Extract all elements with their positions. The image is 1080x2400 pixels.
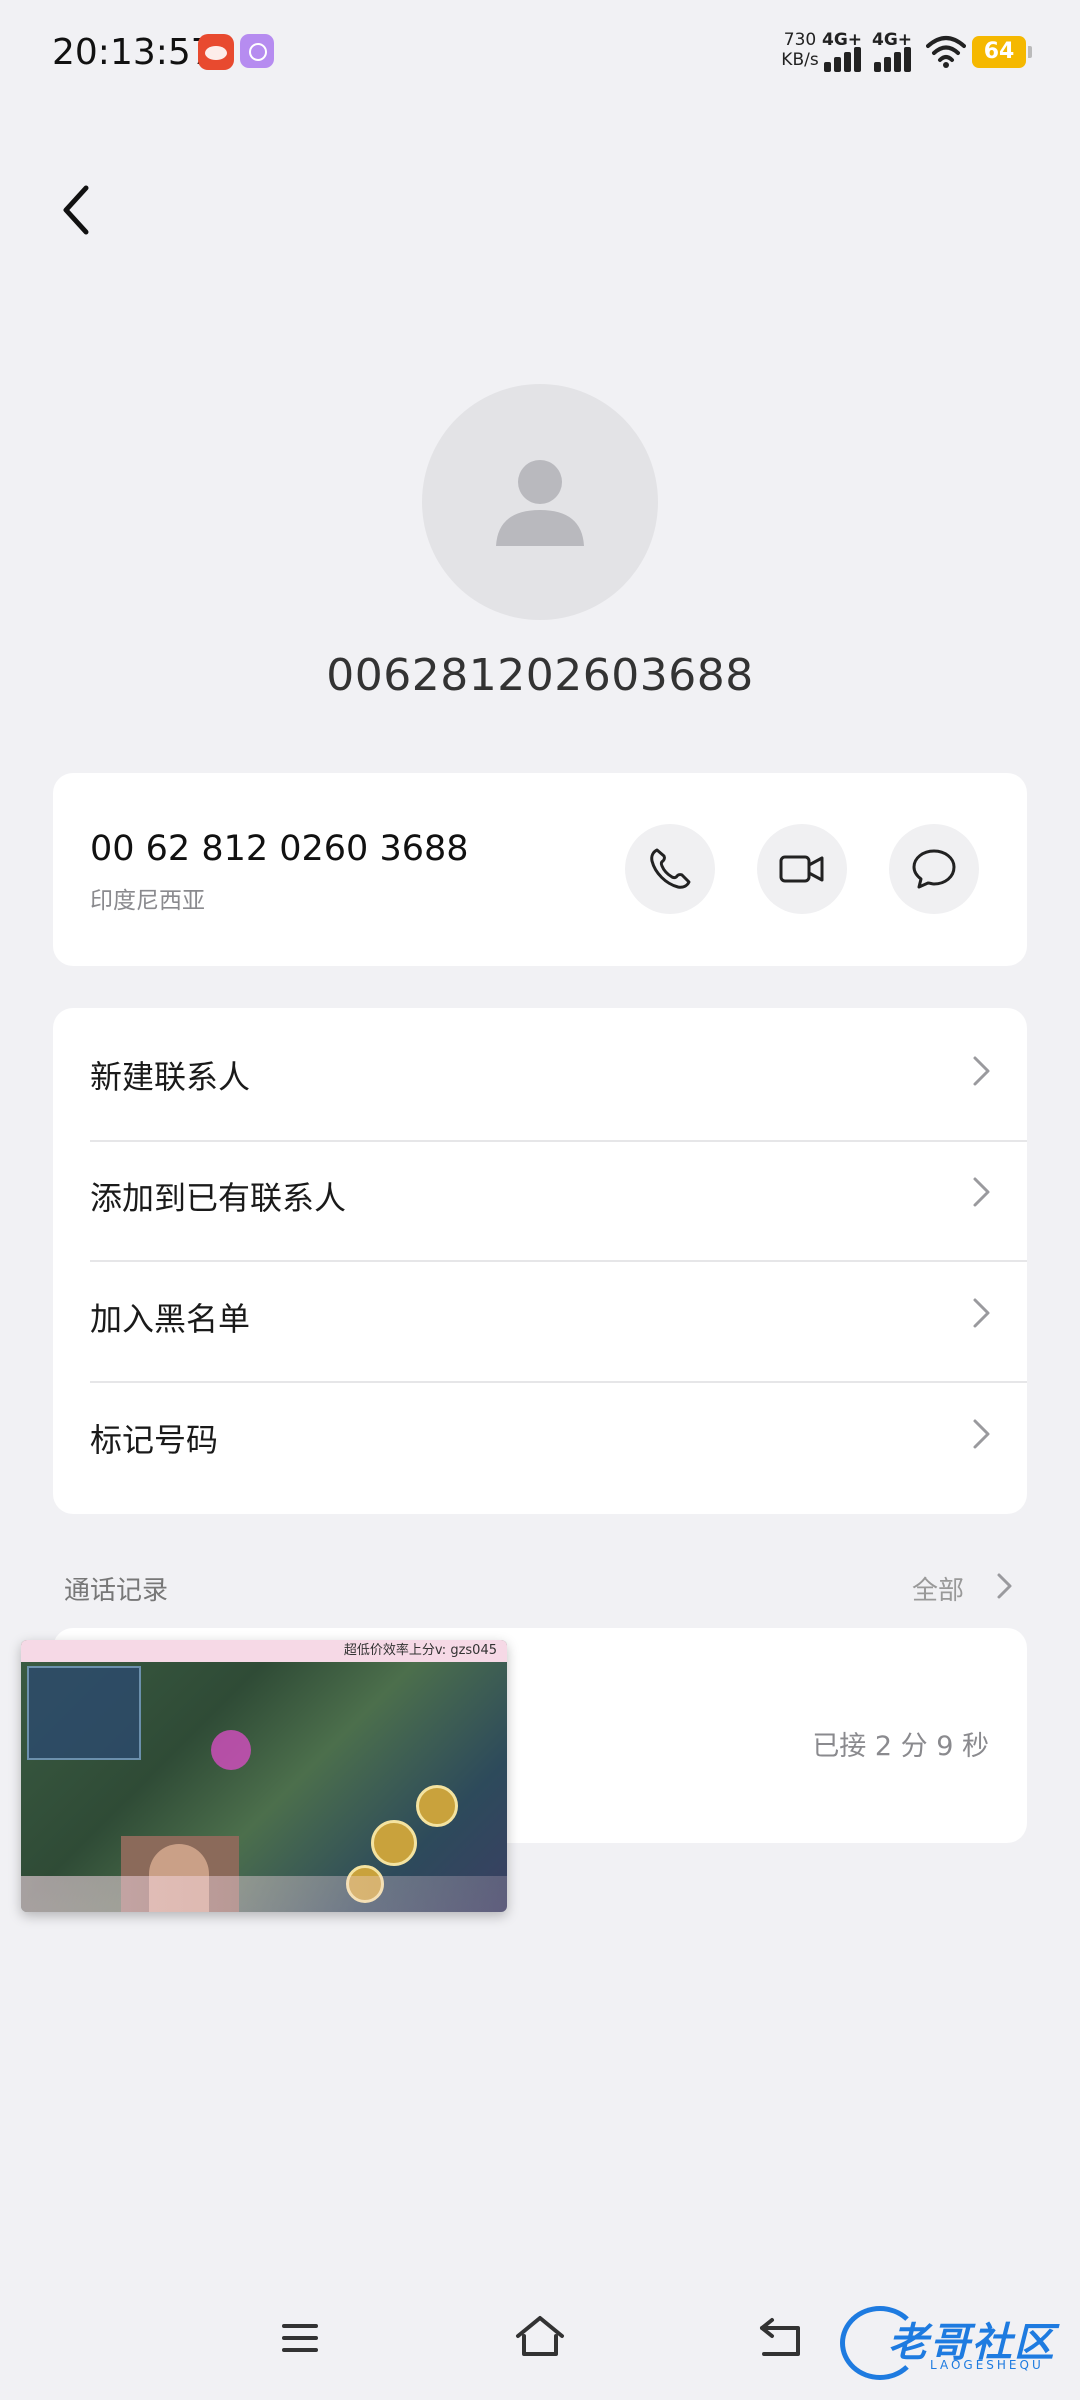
- recent-apps-button[interactable]: [280, 2320, 320, 2356]
- call-status: 已接 2 分 9 秒: [812, 1731, 989, 1762]
- watermark-logo: 老哥社区 LAOGESHEQU: [840, 2306, 1066, 2380]
- back-button[interactable]: [56, 180, 100, 240]
- chevron-right-icon: [973, 1177, 990, 1207]
- chevron-right-icon: [973, 1298, 990, 1328]
- network-speed-value: 730: [783, 30, 817, 50]
- game-skill-icon: [416, 1785, 458, 1827]
- status-time: 20:13:57: [52, 32, 214, 73]
- action-menu: 新建联系人 添加到已有联系人 加入黑名单 标记号码: [53, 1008, 1027, 1514]
- network-speed-unit: KB/s: [781, 50, 819, 70]
- signal-icon: 4G+: [822, 30, 868, 72]
- phone-number-card: 00 62 812 0260 3688 印度尼西亚: [53, 773, 1027, 966]
- phone-number: 00 62 812 0260 3688: [90, 829, 469, 869]
- call-log-title: 通话记录: [64, 1576, 169, 1606]
- menu-item-label: 新建联系人: [90, 1058, 251, 1096]
- call-button[interactable]: [625, 824, 715, 914]
- signal-icon: 4G+: [872, 30, 918, 72]
- menu-item-label: 加入黑名单: [90, 1300, 251, 1338]
- floating-video-window[interactable]: 超低价效率上分v: gzs045: [21, 1640, 507, 1912]
- game-character: [211, 1730, 251, 1770]
- menu-item-new-contact[interactable]: 新建联系人: [53, 1008, 1027, 1129]
- menu-item-mark-number[interactable]: 标记号码: [53, 1371, 1027, 1492]
- menu-item-blocklist[interactable]: 加入黑名单: [53, 1250, 1027, 1371]
- video-call-icon: [779, 855, 824, 883]
- status-bar: 20:13:57 730 KB/s 4G+ 4G+ 64: [0, 0, 1080, 110]
- person-icon: [496, 460, 584, 546]
- phone-icon: [650, 848, 691, 889]
- chevron-right-icon[interactable]: [996, 1572, 1014, 1600]
- message-button[interactable]: [889, 824, 979, 914]
- watermark-subtext: LAOGESHEQU: [930, 2358, 1044, 2372]
- app-notification-icon: [198, 34, 234, 70]
- page-title: 006281202603688: [326, 650, 754, 701]
- home-button[interactable]: [514, 2314, 566, 2358]
- video-call-button[interactable]: [757, 824, 847, 914]
- avatar: [422, 384, 658, 620]
- menu-item-label: 添加到已有联系人: [90, 1179, 347, 1217]
- wifi-icon: [926, 36, 966, 68]
- chevron-right-icon: [973, 1419, 990, 1449]
- menu-item-label: 标记号码: [90, 1421, 219, 1459]
- menu-item-add-to-existing[interactable]: 添加到已有联系人: [53, 1129, 1027, 1250]
- battery-icon: 64: [972, 36, 1032, 68]
- video-banner: 超低价效率上分v: gzs045: [21, 1640, 507, 1662]
- game-minimap: [27, 1666, 141, 1760]
- network-speed: 730 KB/s: [770, 30, 830, 70]
- navigation-bar: 老哥社区 LAOGESHEQU: [0, 2300, 1080, 2380]
- phone-region: 印度尼西亚: [90, 888, 205, 914]
- chevron-right-icon: [973, 1056, 990, 1086]
- video-overlay-bar: [21, 1876, 507, 1912]
- app-notification-icon: [240, 34, 274, 68]
- game-skill-icon: [371, 1820, 417, 1866]
- call-log-all-link[interactable]: 全部: [912, 1570, 964, 1607]
- back-nav-button[interactable]: [758, 2314, 804, 2358]
- message-icon: [912, 849, 956, 889]
